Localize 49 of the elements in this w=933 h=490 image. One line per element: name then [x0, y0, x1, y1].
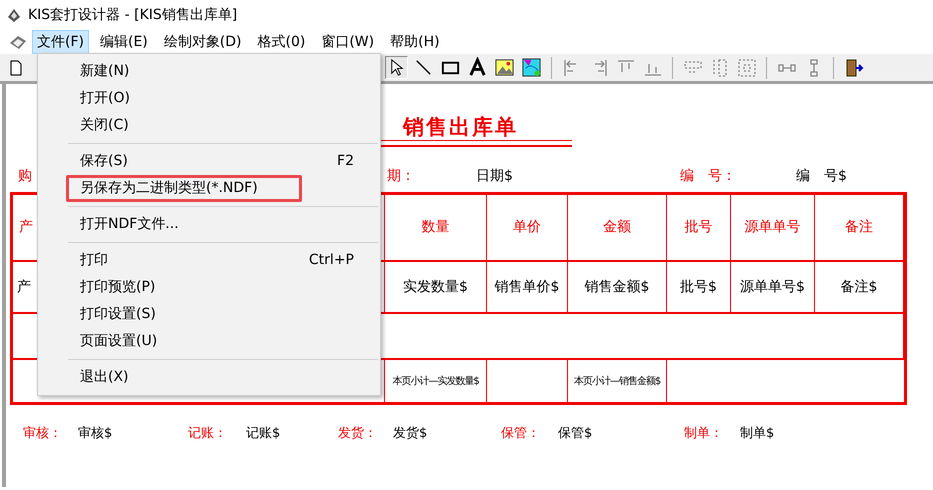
- field-label: 制单：: [684, 425, 723, 443]
- field-value: 记账$: [246, 425, 280, 443]
- field-label: 审核：: [23, 425, 62, 443]
- table-cell: 批号$: [667, 262, 731, 314]
- menu-item[interactable]: 打开NDF文件...: [38, 211, 380, 238]
- field-label: 期：: [387, 167, 415, 186]
- menu-item[interactable]: 格式(0): [252, 30, 310, 54]
- column-header: 备注: [815, 195, 904, 262]
- menu-item[interactable]: 文件(F): [32, 30, 89, 54]
- field-value: 制单$: [740, 425, 774, 443]
- field-label: 编 号：: [680, 167, 736, 186]
- column-header: 批号: [667, 195, 731, 262]
- table-cell: 源单单号$: [731, 262, 815, 314]
- menu-item[interactable]: 保存(S) F2: [38, 148, 380, 175]
- field-label: 记账：: [188, 425, 227, 443]
- app-icon: [6, 7, 22, 23]
- picture-icon-button[interactable]: [520, 56, 543, 79]
- subtotal-cell: 本页小计—实发数量$: [385, 360, 487, 402]
- column-header: 源单单号: [731, 195, 815, 262]
- table-cell: 销售单价$: [487, 262, 568, 314]
- field-label: 发货：: [338, 425, 377, 443]
- menu-item[interactable]: 打开(O): [38, 85, 380, 112]
- window-title: KIS套打设计器 - [KIS销售出库单]: [28, 6, 238, 24]
- column-header: 数量: [385, 195, 487, 262]
- column-header: 金额: [568, 195, 667, 262]
- new-document-icon[interactable]: [10, 60, 22, 76]
- menu-item[interactable]: 退出(X): [38, 364, 380, 391]
- menu-item[interactable]: 窗口(W): [316, 30, 380, 54]
- table-cell: 实发数量$: [385, 262, 487, 314]
- menu-item[interactable]: 帮助(H): [385, 30, 445, 54]
- subtotal-cell: 本页小计—销售金额$: [568, 360, 667, 402]
- table-cell: 销售金额$: [568, 262, 667, 314]
- field-value: 审核$: [78, 425, 112, 443]
- field-value: 保管$: [558, 425, 592, 443]
- table-cell: 备注$: [815, 262, 904, 314]
- field-value: 编 号$: [796, 167, 847, 186]
- pointer-icon-button[interactable]: [385, 56, 408, 79]
- menu-item[interactable]: 编辑(E): [94, 30, 153, 54]
- field-label: 购: [18, 167, 32, 186]
- menu-item[interactable]: 打印预览(P): [38, 274, 380, 301]
- menu-item[interactable]: 绘制对象(D): [158, 30, 246, 54]
- shortcut-label: F2: [337, 152, 354, 171]
- menu-item[interactable]: 关闭(C): [38, 112, 380, 139]
- field-value: 日期$: [476, 167, 513, 186]
- field-label: 保管：: [501, 425, 540, 443]
- menu-item[interactable]: 页面设置(U): [38, 328, 380, 355]
- field-value: 发货$: [393, 425, 428, 443]
- column-header: 单价: [487, 195, 568, 262]
- form-title: 销售出库单: [403, 114, 518, 141]
